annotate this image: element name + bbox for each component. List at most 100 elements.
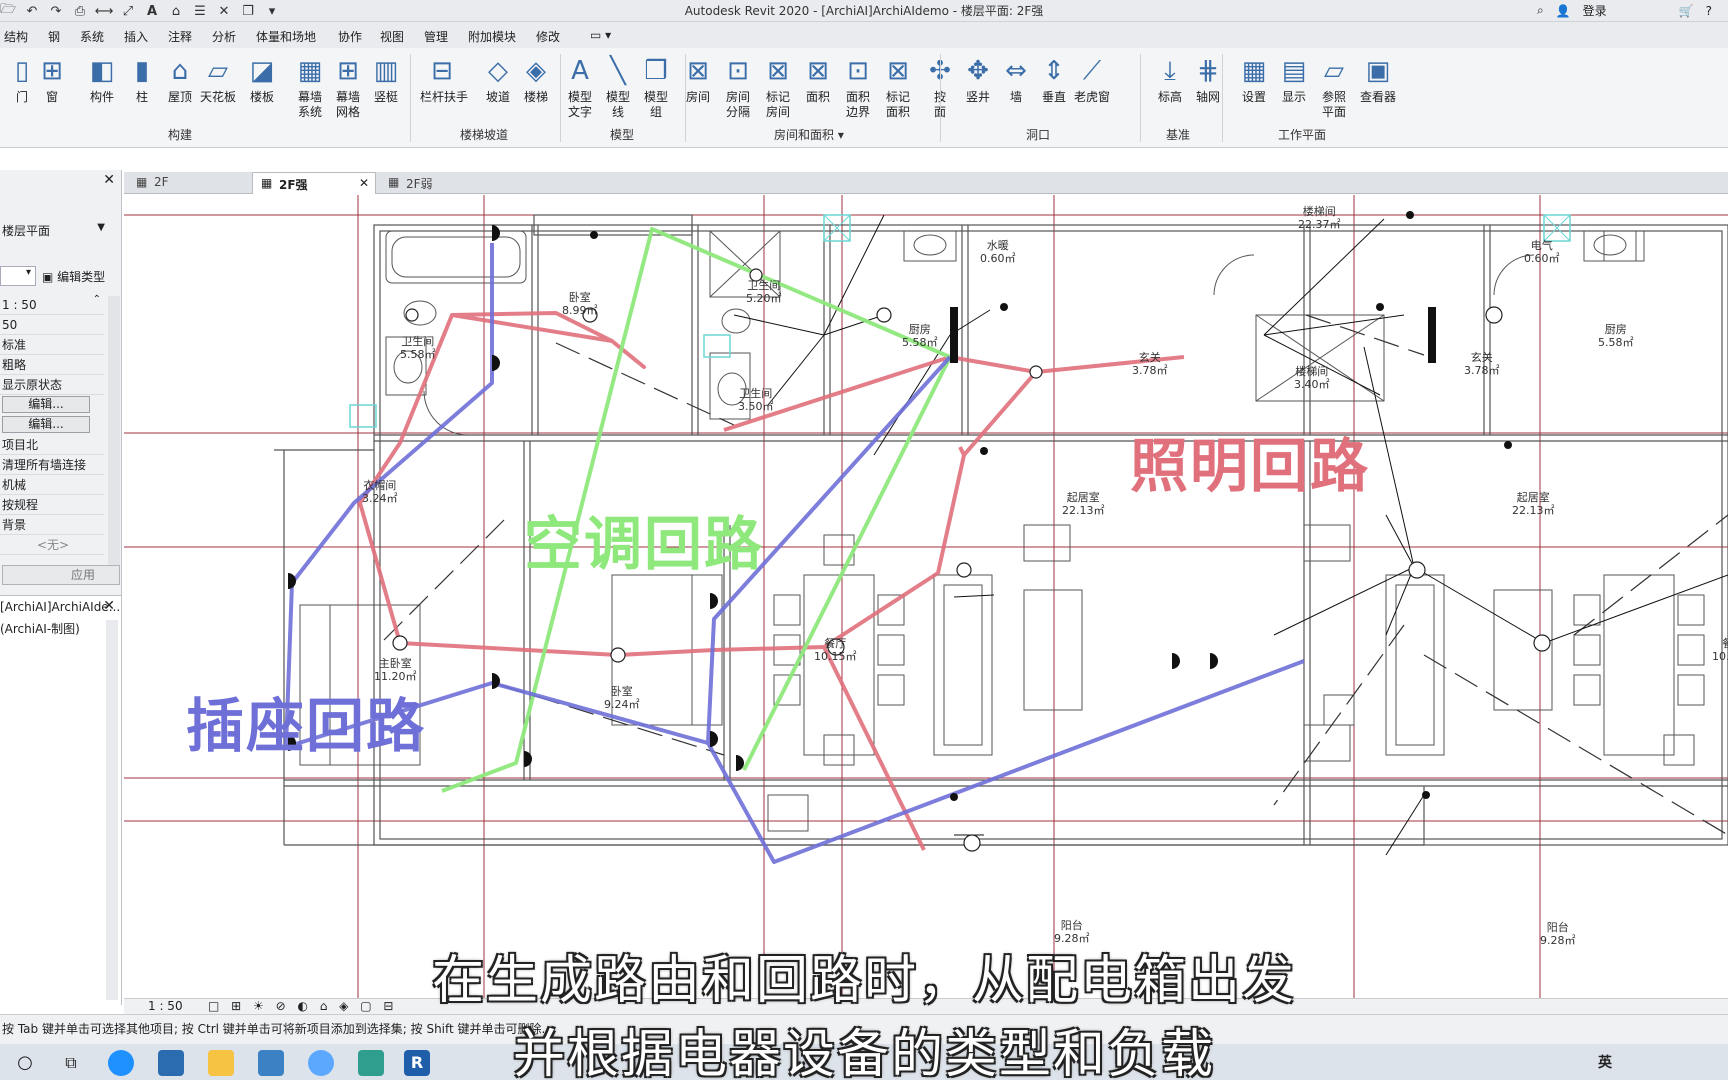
ceiling-button[interactable]: ▱ 天花板 <box>196 52 240 105</box>
socket-devices <box>288 211 1512 801</box>
area-boundary-button[interactable]: ⊡ 面积 边界 <box>836 52 880 120</box>
model-group-button[interactable]: ❒ 模型 组 <box>634 52 678 120</box>
floor-icon: ◪ <box>249 55 275 86</box>
group-workplane: 工作平面 <box>1278 128 1327 142</box>
grid-button[interactable]: ⋕ 轴网 <box>1186 52 1230 105</box>
tab-modify[interactable]: 修改 <box>536 28 560 45</box>
property-row[interactable]: 清理所有墙连接 <box>0 456 104 475</box>
property-edit-button[interactable]: 编辑... <box>2 396 90 413</box>
ribbon-button-label: 构件 <box>89 90 114 104</box>
area-icon: ⊠ <box>807 55 829 86</box>
ribbon-button-label: 竖梃 <box>373 90 398 104</box>
ribbon-button-label: 参照 平面 <box>1321 90 1346 119</box>
ref-plane-button[interactable]: ▱ 参照 平面 <box>1312 52 1356 120</box>
panel-toggle-icon[interactable]: ▭ ▾ <box>590 28 611 42</box>
ribbon-button-label: 天花板 <box>199 90 236 104</box>
tab-analyze[interactable]: 分析 <box>212 28 236 45</box>
chevron-down-icon[interactable]: ▼ <box>97 222 105 233</box>
property-row[interactable]: 显示原状态 <box>0 376 104 395</box>
room-label: 卫生间 5.20㎡ <box>746 279 782 305</box>
tag-area-button[interactable]: ⊠ 标记 面积 <box>876 52 920 120</box>
dormer-button[interactable]: ⟋ 老虎窗 <box>1070 52 1114 105</box>
railing-icon: ⊟ <box>431 55 453 86</box>
cart-icon[interactable]: 🛒 <box>1679 4 1694 18</box>
ribbon-button-label: 楼板 <box>249 90 274 104</box>
drawing-canvas[interactable]: 卫生间 5.58㎡ 卧室 8.99㎡ 卫生间 5.20㎡ 卫生间 3.50㎡ 厨房 5.5… <box>124 195 1728 1000</box>
tab-2f-strong[interactable]: ▦ 2F强 ✕ <box>252 172 376 194</box>
close-icon[interactable]: ✕ <box>103 598 115 614</box>
ribbon-button-label: 设置 <box>1241 90 1266 104</box>
property-row[interactable]: <无> <box>0 536 104 555</box>
edit-type-button[interactable]: ▣ 编辑类型 <box>42 268 105 285</box>
tab-annotate[interactable]: 注释 <box>168 28 192 45</box>
instance-filter[interactable]: ▾ <box>0 266 36 286</box>
property-row[interactable]: 背景 <box>0 516 104 535</box>
workplane-set-button[interactable]: ▦ 设置 <box>1232 52 1276 105</box>
properties-palette: ✕ 楼层平面 ▼ ▾ ▣ 编辑类型 ⌃ 1 : 50 50 标准 粗略 显示原状态 编辑.… <box>0 170 122 600</box>
workplane-show-icon: ▤ <box>1281 55 1307 86</box>
room-label: 玄关 3.78㎡ <box>1464 351 1500 377</box>
group-room-area[interactable]: 房间和面积 ▾ <box>774 126 844 143</box>
room-label: 水暖 0.60㎡ <box>980 239 1016 265</box>
tab-addins[interactable]: 附加模块 <box>468 28 516 45</box>
railing-button[interactable]: ⊟ 栏杆扶手 <box>420 52 468 105</box>
viewer-button[interactable]: ▣ 查看器 <box>1356 52 1400 105</box>
room-label: 厨房 5.58㎡ <box>1598 323 1634 349</box>
tab-systems[interactable]: 系统 <box>80 28 104 45</box>
floor-plan-drawing <box>124 195 1728 1000</box>
room-separator-button[interactable]: ⊡ 房间 分隔 <box>716 52 760 120</box>
tag-room-button[interactable]: ⊠ 标记 房间 <box>756 52 800 120</box>
property-row[interactable]: 1 : 50 <box>0 296 104 315</box>
tab-2f[interactable]: ▦ 2F <box>128 172 248 194</box>
close-tab-icon[interactable]: ✕ <box>359 176 369 190</box>
property-row[interactable]: 项目北 <box>0 436 104 455</box>
ribbon-button-label: 房间 <box>685 90 710 104</box>
properties-scrollbar[interactable] <box>108 296 120 582</box>
property-row[interactable]: 按规程 <box>0 496 104 515</box>
tab-collaborate[interactable]: 协作 <box>338 28 362 45</box>
title-bar: 🗁 ↶ ↷ ⎙ ⟷ ⤢ A ⌂ ☰ ✕ ❐ ▾ Autodesk Revit 2… <box>0 0 1728 22</box>
room-label: 电气 0.60㎡ <box>1524 239 1560 265</box>
room-label: 楼梯间 3.40㎡ <box>1294 365 1330 391</box>
property-edit-button[interactable]: 编辑... <box>2 416 90 433</box>
browser-root-item[interactable]: (ArchiAI-制图) <box>0 620 80 637</box>
help-icon[interactable]: ? <box>1706 4 1712 18</box>
user-icon[interactable]: 👤 <box>1556 4 1571 18</box>
floor-button[interactable]: ◪ 楼板 <box>240 52 284 105</box>
tab-2f-weak[interactable]: ▦ 2F弱 <box>380 172 500 194</box>
property-row[interactable]: 粗略 <box>0 356 104 375</box>
ribbon-button-label: 标记 房间 <box>765 90 790 119</box>
apply-button[interactable]: 应用 <box>2 565 120 585</box>
stair-button[interactable]: ◈ 楼梯 <box>514 52 558 105</box>
room-button[interactable]: ⊠ 房间 <box>676 52 720 105</box>
area-button[interactable]: ⊠ 面积 <box>796 52 840 105</box>
ribbon-separator <box>1140 54 1141 142</box>
tab-view[interactable]: 视图 <box>380 28 404 45</box>
workplane-show-button[interactable]: ▤ 显示 <box>1272 52 1316 105</box>
tag-room-icon: ⊠ <box>767 55 789 86</box>
binoculars-icon[interactable]: ⌕ <box>1537 3 1544 18</box>
title-right-controls: ⌕ 👤 登录 🛒 ? <box>1537 2 1712 19</box>
tab-manage[interactable]: 管理 <box>424 28 448 45</box>
login-link[interactable]: 登录 <box>1583 2 1607 19</box>
tab-steel[interactable]: 钢 <box>48 28 60 45</box>
mullion-button[interactable]: ▥ 竖梃 <box>364 52 408 105</box>
room-label: 起居室 22.13㎡ <box>1062 491 1105 517</box>
model-group-icon: ❒ <box>644 55 668 86</box>
room-label: 卧室 8.99㎡ <box>562 291 598 317</box>
type-selector[interactable]: 楼层平面 <box>2 222 50 239</box>
socket-circuit-label: 插座回路 <box>186 692 427 760</box>
component-button[interactable]: ◧ 构件 <box>80 52 124 105</box>
property-row[interactable]: 机械 <box>0 476 104 495</box>
ribbon-separator <box>560 54 561 142</box>
window-button[interactable]: ⊞ 窗 <box>30 52 74 105</box>
socket-circuit <box>284 243 1305 864</box>
property-row[interactable]: 标准 <box>0 336 104 355</box>
property-row[interactable]: 50 <box>0 316 104 335</box>
tab-massing[interactable]: 体量和场地 <box>256 28 316 45</box>
tab-structure[interactable]: 结构 <box>4 28 28 45</box>
ribbon-button-label: 标记 面积 <box>885 90 910 119</box>
tab-insert[interactable]: 插入 <box>124 28 148 45</box>
close-icon[interactable]: ✕ <box>103 172 115 188</box>
workplane-set-icon: ▦ <box>1241 55 1267 86</box>
